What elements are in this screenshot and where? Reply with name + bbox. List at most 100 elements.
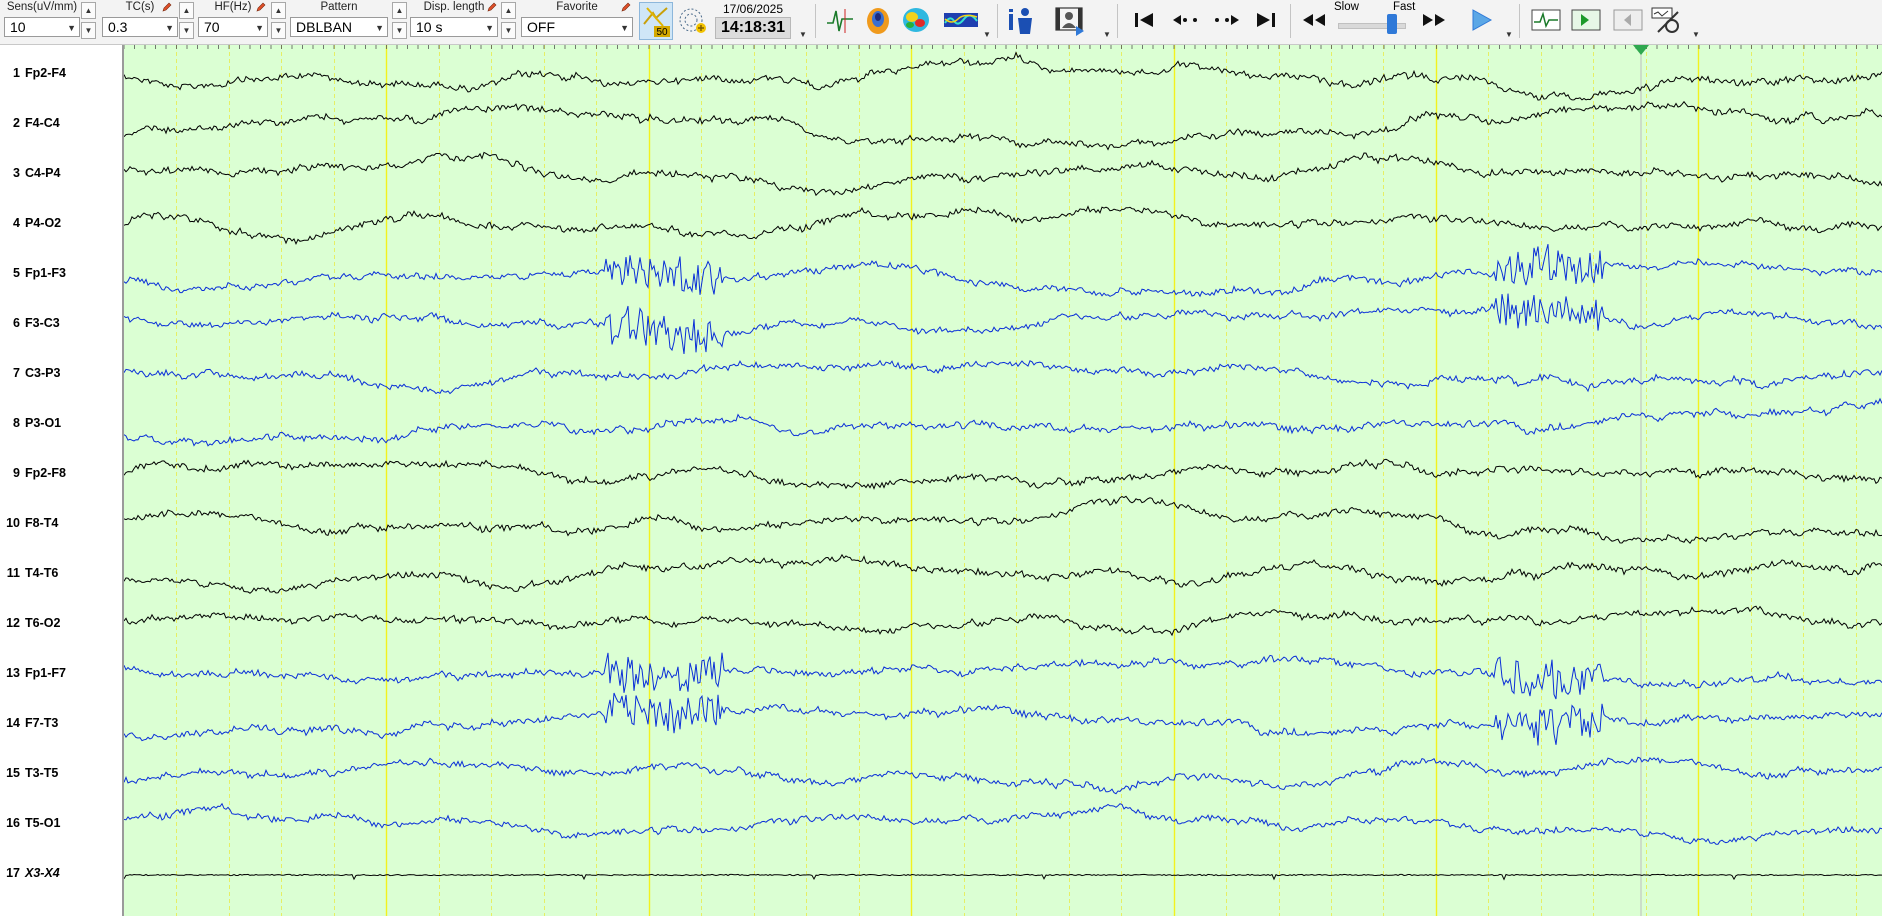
channel-label-row[interactable]: 13 Fp1-F7: [0, 666, 120, 684]
rewind-button[interactable]: [1298, 4, 1330, 36]
channel-label-row[interactable]: 15 T3-T5: [0, 766, 120, 784]
increase-button[interactable]: ▲: [81, 2, 96, 19]
pattern-spinner[interactable]: ▲ ▼: [392, 2, 407, 39]
play-icon: [1472, 9, 1493, 31]
decrease-button[interactable]: ▼: [271, 22, 286, 39]
channel-label-row[interactable]: 6 F3-C3: [0, 316, 120, 334]
chevron-down-icon[interactable]: ▼: [1692, 30, 1700, 39]
sensitivity-label: Sens(uV/mm): [6, 1, 78, 13]
channel-label-row[interactable]: 1 Fp2-F4: [0, 66, 120, 84]
toolbar-separator: [815, 4, 816, 38]
electrode-map-icon: [679, 8, 706, 33]
increase-button[interactable]: ▲: [271, 2, 286, 19]
high-filter-select[interactable]: 70 ▼: [198, 17, 268, 37]
edit-pencil-icon[interactable]: [486, 1, 498, 13]
head-map-button[interactable]: [862, 4, 894, 36]
decrease-button[interactable]: ▼: [501, 22, 516, 39]
notch-filter-button[interactable]: 50: [639, 2, 673, 40]
topography-button[interactable]: [900, 4, 932, 36]
eeg-trace: [124, 293, 1882, 354]
channel-name: Fp2-F4: [25, 66, 66, 80]
spectral-map-icon: [944, 13, 978, 27]
channel-number: 7: [13, 366, 20, 380]
sensitivity-select[interactable]: 10 ▼: [4, 17, 80, 37]
high-filter-value: 70: [204, 19, 220, 35]
channel-name: C4-P4: [25, 166, 61, 180]
go-to-end-button[interactable]: [1250, 4, 1282, 36]
time-constant-spinner[interactable]: ▲ ▼: [179, 2, 194, 39]
step-forward-icon: [1215, 15, 1239, 25]
high-filter-spinner[interactable]: ▲ ▼: [271, 2, 286, 39]
channel-label-row[interactable]: 7 C3-P3: [0, 366, 120, 384]
eeg-trace: [124, 205, 1882, 246]
channel-number: 9: [13, 466, 20, 480]
fast-forward-button[interactable]: [1418, 4, 1450, 36]
chevron-down-icon[interactable]: ▼: [799, 30, 807, 39]
video-button[interactable]: [1054, 4, 1086, 36]
event-marker-icon: [1531, 9, 1561, 31]
channel-label-row[interactable]: 4 P4-O2: [0, 216, 120, 234]
channel-label-row[interactable]: 9 Fp2-F8: [0, 466, 120, 484]
waveform-cursor-icon: [827, 9, 853, 33]
decrease-button[interactable]: ▼: [179, 22, 194, 39]
channel-number: 12: [6, 616, 20, 630]
montage-editor-button[interactable]: [1650, 4, 1682, 36]
chevron-down-icon[interactable]: ▼: [983, 30, 991, 39]
channel-label-row[interactable]: 17 X3-X4: [0, 866, 120, 884]
channel-number: 4: [13, 216, 20, 230]
decrease-button[interactable]: ▼: [392, 22, 407, 39]
channel-label-row[interactable]: 10 F8-T4: [0, 516, 120, 534]
edit-pencil-icon[interactable]: [620, 1, 632, 13]
eeg-trace: [124, 458, 1882, 490]
collapse-panel-button[interactable]: [1612, 4, 1644, 36]
skip-to-start-icon: [1135, 13, 1153, 27]
event-marker-button[interactable]: [1530, 4, 1562, 36]
channel-label-row[interactable]: 14 F7-T3: [0, 716, 120, 734]
chevron-down-icon[interactable]: ▼: [1505, 30, 1513, 39]
pattern-select[interactable]: DBLBAN ▼: [290, 17, 388, 37]
marker-panel-button[interactable]: [1570, 4, 1602, 36]
edit-pencil-icon[interactable]: [255, 1, 267, 13]
edit-pencil-icon[interactable]: [161, 1, 173, 13]
previous-page-button[interactable]: [1170, 4, 1202, 36]
sensitivity-value: 10: [10, 19, 26, 35]
channel-label-row[interactable]: 5 Fp1-F3: [0, 266, 120, 284]
increase-button[interactable]: ▲: [179, 2, 194, 19]
playback-speed-thumb[interactable]: [1387, 14, 1398, 34]
display-length-select[interactable]: 10 s ▼: [410, 17, 498, 37]
eeg-trace: [124, 873, 1882, 881]
channel-label-row[interactable]: 12 T6-O2: [0, 616, 120, 634]
channel-label-row[interactable]: 3 C4-P4: [0, 166, 120, 184]
channel-label-row[interactable]: 11 T4-T6: [0, 566, 120, 584]
channel-label-row[interactable]: 16 T5-O1: [0, 816, 120, 834]
play-button[interactable]: [1466, 4, 1498, 36]
patient-info-button[interactable]: [1006, 4, 1038, 36]
go-to-start-button[interactable]: [1128, 4, 1160, 36]
pattern-field: Pattern DBLBAN ▼: [290, 0, 388, 44]
toolbar-separator: [1290, 4, 1291, 38]
channel-label-row[interactable]: 2 F4-C4: [0, 116, 120, 134]
eeg-trace: [124, 151, 1882, 197]
time-constant-select[interactable]: 0.3 ▼: [102, 17, 178, 37]
chevron-down-icon[interactable]: ▼: [1103, 30, 1111, 39]
skip-to-end-icon: [1257, 13, 1275, 27]
next-page-button[interactable]: [1210, 4, 1242, 36]
eeg-traces: [124, 45, 1882, 916]
toolbar-separator: [1519, 4, 1520, 38]
favorite-label: Favorite: [556, 1, 598, 13]
channel-name: F3-C3: [25, 316, 60, 330]
sensitivity-spinner[interactable]: ▲ ▼: [81, 2, 96, 39]
spectral-map-button[interactable]: [943, 4, 979, 36]
favorite-select[interactable]: OFF ▼: [521, 17, 633, 37]
recording-datetime: 17/06/2025 14:18:31: [713, 0, 793, 44]
display-length-value: 10 s: [416, 19, 443, 35]
decrease-button[interactable]: ▼: [81, 22, 96, 39]
electrode-map-button[interactable]: [677, 4, 709, 36]
eeg-trace-area[interactable]: [124, 45, 1882, 916]
channel-name: X3-X4: [25, 866, 60, 880]
waveform-cursor-button[interactable]: [824, 4, 856, 36]
increase-button[interactable]: ▲: [501, 2, 516, 19]
increase-button[interactable]: ▲: [392, 2, 407, 19]
channel-label-row[interactable]: 8 P3-O1: [0, 416, 120, 434]
display-length-spinner[interactable]: ▲ ▼: [501, 2, 516, 39]
